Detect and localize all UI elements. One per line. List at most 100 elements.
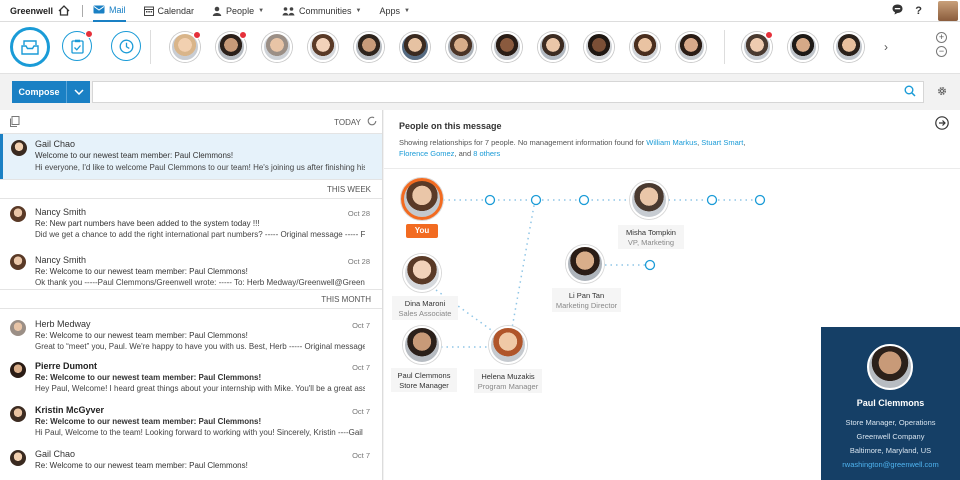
nav-mail[interactable]: Mail xyxy=(93,0,126,22)
mail-app-button[interactable] xyxy=(10,27,50,67)
mail-date: Oct 7 xyxy=(352,407,370,416)
filter-icon[interactable] xyxy=(10,116,20,130)
sender-avatar xyxy=(10,254,26,270)
reminders-app-button[interactable] xyxy=(111,31,141,61)
contact-avatar[interactable] xyxy=(538,32,568,62)
list-header: TODAY xyxy=(0,110,382,134)
tasks-app-button[interactable] xyxy=(62,30,93,61)
gear-icon[interactable] xyxy=(936,85,948,100)
top-right-controls: ? xyxy=(892,0,960,22)
search-input[interactable] xyxy=(92,81,924,103)
person-role: Marketing Director xyxy=(555,301,618,310)
compose-button[interactable]: Compose xyxy=(12,81,66,103)
section-divider: THIS MONTH xyxy=(0,289,382,309)
clock-icon xyxy=(119,39,133,53)
nav-apps-label: Apps xyxy=(379,5,401,16)
chevron-down-icon: ▼ xyxy=(404,7,410,14)
person-node-avatar[interactable] xyxy=(630,181,668,219)
mail-item[interactable]: Kristin McGyver Oct 7 Re: Welcome to our… xyxy=(0,399,382,443)
person-node-avatar[interactable] xyxy=(489,326,527,364)
person-node-avatar[interactable] xyxy=(403,326,441,364)
mail-item[interactable]: Gail Chao Welcome to our newest team mem… xyxy=(0,134,382,179)
calendar-icon xyxy=(143,6,154,16)
divider xyxy=(384,168,960,169)
nav-calendar[interactable]: Calendar xyxy=(143,0,195,22)
contact-avatar[interactable] xyxy=(584,32,614,62)
you-node-avatar[interactable] xyxy=(401,178,443,220)
contact-avatar[interactable] xyxy=(676,32,706,62)
person-card[interactable]: Li Pan Tan Marketing Director xyxy=(552,288,621,312)
next-arrow-icon[interactable] xyxy=(935,116,949,133)
mail-sender: Gail Chao xyxy=(35,449,76,459)
mail-subject: Re: Welcome to our newest team member: P… xyxy=(35,267,248,276)
mail-item[interactable]: Pierre Dumont Oct 7 Re: Welcome to our n… xyxy=(0,355,382,399)
person-card[interactable]: Helena Muzakis Program Manager xyxy=(474,369,542,393)
person-node-avatar[interactable] xyxy=(403,254,441,292)
sender-avatar xyxy=(10,450,26,466)
notification-dot xyxy=(239,31,247,39)
more-people-link[interactable]: 8 others xyxy=(473,149,500,158)
strip-divider xyxy=(724,30,725,64)
mail-item[interactable]: Gail Chao Oct 7 Re: Welcome to our newes… xyxy=(0,443,382,480)
contact-avatar[interactable] xyxy=(788,32,818,62)
sender-avatar xyxy=(10,320,26,336)
strip-divider xyxy=(150,30,151,64)
person-node-avatar[interactable] xyxy=(566,245,604,283)
person-role: Sales Associate xyxy=(398,309,452,318)
mail-subject: Re: Welcome to our newest team member: P… xyxy=(35,373,262,382)
zoom-in-button[interactable]: + xyxy=(936,32,947,43)
person-icon xyxy=(212,6,222,16)
contact-avatar[interactable] xyxy=(834,32,864,62)
separator-text: , and xyxy=(454,149,474,158)
profile-title: Store Manager, Operations xyxy=(845,418,936,427)
refresh-icon[interactable] xyxy=(367,116,377,129)
zoom-out-button[interactable]: − xyxy=(936,46,947,57)
contact-avatar[interactable] xyxy=(446,32,476,62)
contact-avatar[interactable] xyxy=(492,32,522,62)
nav-apps[interactable]: Apps ▼ xyxy=(380,0,410,22)
user-avatar[interactable] xyxy=(938,1,958,21)
profile-company: Greenwell Company xyxy=(856,432,925,441)
mail-item[interactable]: Herb Medway Oct 7 Re: Welcome to our new… xyxy=(0,312,382,356)
nav-calendar-label: Calendar xyxy=(157,5,195,16)
contact-avatar[interactable] xyxy=(630,32,660,62)
chevron-down-icon: ▼ xyxy=(258,7,265,14)
profile-location: Baltimore, Maryland, US xyxy=(849,446,932,455)
profile-avatar[interactable] xyxy=(867,344,913,390)
person-link[interactable]: Stuart Smart xyxy=(701,138,743,147)
person-link[interactable]: Florence Gomez xyxy=(399,149,454,158)
description-text: Showing relationships for 7 people. No m… xyxy=(399,138,647,147)
person-link[interactable]: William Markus xyxy=(646,138,697,147)
person-card[interactable]: Paul Clemmons Store Manager xyxy=(391,368,457,392)
contact-avatar[interactable] xyxy=(308,32,338,62)
mail-item[interactable]: Nancy Smith Oct 28 Re: Welcome to our ne… xyxy=(0,249,382,293)
nav-communities[interactable]: Communities ▼ xyxy=(282,0,362,22)
contact-avatar[interactable] xyxy=(262,32,292,62)
brand-logo[interactable]: Greenwell xyxy=(10,6,58,16)
chevron-right-icon[interactable]: › xyxy=(884,40,888,54)
chevron-down-icon: ▼ xyxy=(355,7,362,14)
nav-people[interactable]: People ▼ xyxy=(212,0,264,22)
help-icon[interactable]: ? xyxy=(915,5,922,17)
sender-avatar xyxy=(11,140,27,156)
home-icon[interactable] xyxy=(58,5,70,16)
sender-avatar xyxy=(10,362,26,378)
search-icon[interactable] xyxy=(904,85,916,100)
mail-preview: Ok thank you -----Paul Clemmons/Greenwel… xyxy=(35,278,365,287)
person-name: Dina Maroni xyxy=(404,299,446,308)
person-card[interactable]: Misha Tompkin VP, Marketing xyxy=(618,225,684,249)
mail-sender: Nancy Smith xyxy=(35,255,87,265)
contact-avatar[interactable] xyxy=(354,32,384,62)
person-name: Li Pan Tan xyxy=(568,291,605,300)
compose-dropdown-button[interactable] xyxy=(66,81,90,103)
contact-avatar[interactable] xyxy=(400,32,430,62)
notification-dot xyxy=(193,31,201,39)
section-divider: THIS WEEK xyxy=(0,179,382,199)
sender-avatar xyxy=(10,406,26,422)
profile-email-link[interactable]: rwashington@greenwell.com xyxy=(821,460,960,469)
mail-subject: Re: New part numbers have been added to … xyxy=(35,219,260,228)
chat-icon[interactable] xyxy=(892,4,903,18)
mail-preview: Great to “meet” you, Paul. We're happy t… xyxy=(35,342,365,351)
person-card[interactable]: Dina Maroni Sales Associate xyxy=(392,296,458,320)
mail-item[interactable]: Nancy Smith Oct 28 Re: New part numbers … xyxy=(0,201,382,245)
